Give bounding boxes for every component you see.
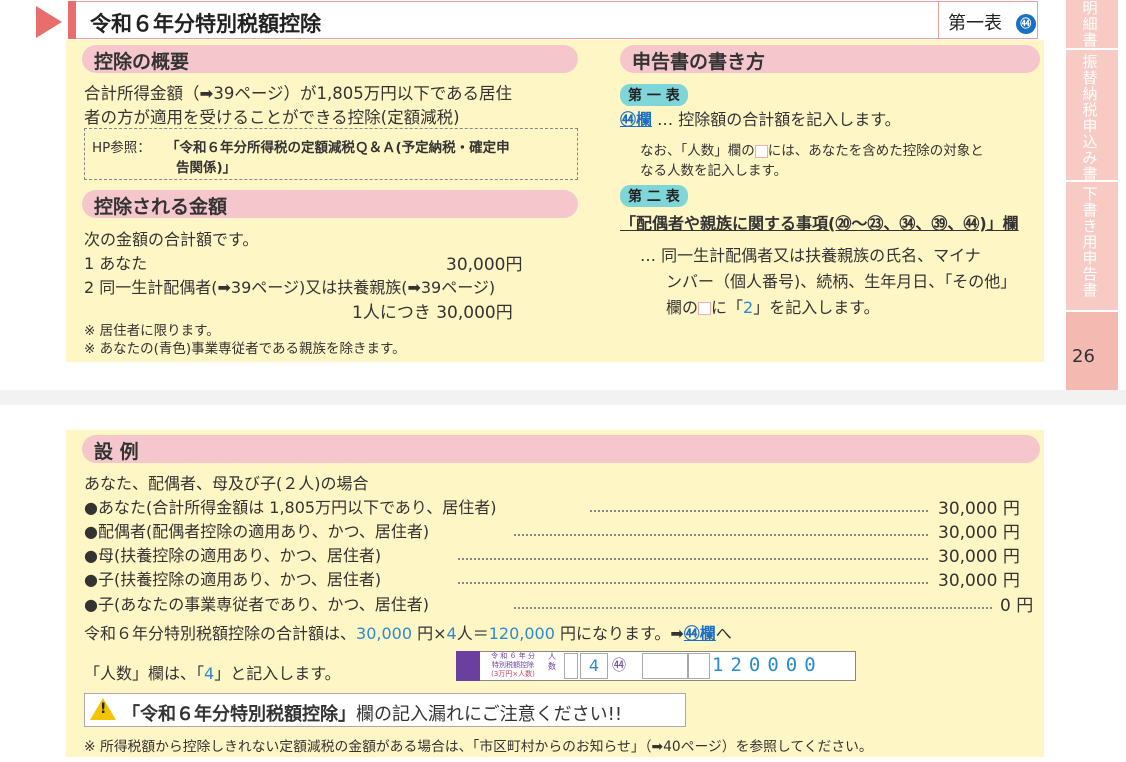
form-ref-label: 第一表 <box>948 13 1002 34</box>
heading-howto-label: 申告書の書き方 <box>632 51 766 73</box>
badge-table-2: 第 二 表 <box>620 185 688 207</box>
form-cell <box>564 653 578 679</box>
total-ref-link[interactable]: ㊹欄 <box>684 624 716 643</box>
total-amount-each: 30,000 <box>356 624 412 643</box>
example-row-value: 30,000 円 <box>938 523 1020 543</box>
ninzu-line: 「人数」欄は、「4」と記入します。 <box>84 660 341 684</box>
example-row-label: ●子(あなたの事業専従者であり、かつ、居住者) <box>84 595 430 614</box>
total-text-h: へ <box>715 624 732 643</box>
howto-line-1-text: … 控除額の合計額を記入します。 <box>657 110 901 129</box>
warning-icon-mark: ! <box>100 701 107 717</box>
howto-line-2a: なお、「人数」欄の <box>640 143 755 159</box>
form-cell <box>642 653 688 679</box>
howto-line-7c: 2 <box>743 298 754 317</box>
example-row-label: ●子(扶養控除の適用あり、かつ、居住者) <box>84 570 382 589</box>
heading-example: 設 例 <box>82 435 1040 463</box>
side-tab-meisaisho-label: 明細書 <box>1082 0 1098 49</box>
howto-line-2: なお、「人数」欄の には、あなたを含めた控除の対象と <box>640 139 984 159</box>
form-cell <box>688 653 710 679</box>
form-sample-label: 令 和 ６ 年 分 特別税額控除 (3万円×人数) <box>482 652 544 680</box>
amount-item-1-label: 1 あなた <box>84 254 148 273</box>
page-title: 令和６年分特別税額控除 <box>90 12 321 36</box>
ninzu-text-a: 「人数」欄は、「 <box>84 664 205 683</box>
title-arrow-icon <box>36 6 62 38</box>
total-amount: 120,000 <box>488 624 555 643</box>
howto-line-7: 欄の に「2」を記入します。 <box>666 294 880 318</box>
example-row-label: ●母(扶養控除の適用あり、かつ、居住者) <box>84 546 382 565</box>
howto-line-7d: 」を記入します。 <box>753 298 880 317</box>
leader-dots <box>514 534 928 536</box>
note-2: ※ あなたの(青色)事業専従者である親族を除きます。 <box>84 341 406 357</box>
howto-line-7b: に「 <box>711 298 744 317</box>
note-1: ※ 居住者に限ります。 <box>84 323 220 339</box>
form-number-44: ㊹ <box>612 658 626 674</box>
howto-line-3: なる人数を記入します。 <box>640 163 788 179</box>
form-ninzu-label: 人数 <box>548 652 556 671</box>
form-amount: 120000 <box>712 654 823 676</box>
example-row-label: ●あなた(合計所得金額は 1,805万円以下であり、居住者) <box>84 498 497 517</box>
leader-dots <box>458 558 928 560</box>
howto-line-6: ンバー（個人番号)、続柄、生年月日、「その他」 <box>666 272 1017 291</box>
howto-line-2b: には、あなたを含めた控除の対象と <box>767 143 984 159</box>
title-separator <box>938 1 939 39</box>
form-label-line-3: (3万円×人数) <box>491 670 535 678</box>
warning-text-rest: 欄の記入漏れにご注意ください!! <box>356 704 623 725</box>
amount-intro: 次の金額の合計額です。 <box>84 230 259 249</box>
hp-title-line-2[interactable]: 告関係)」 <box>176 156 236 176</box>
form-label-line-2: 特別税額控除 <box>492 661 534 669</box>
leader-dots <box>514 607 992 609</box>
example-row-value: 30,000 円 <box>938 499 1020 519</box>
total-text-f: 円になります。➡ <box>554 624 684 643</box>
example-row-value: 0 円 <box>1000 596 1034 616</box>
heading-example-label: 設 例 <box>94 441 139 463</box>
ninzu-value: 4 <box>204 664 215 683</box>
warning-text-bold: 「令和６年分特別税額控除」 <box>122 704 356 725</box>
heading-amount: 控除される金額 <box>82 190 578 218</box>
heading-amount-label: 控除される金額 <box>94 196 228 218</box>
title-form-ref: 第一表 ㊹ <box>948 9 1036 35</box>
form-ref-number: ㊹ <box>1015 14 1036 34</box>
title-stripe <box>68 1 76 39</box>
heading-overview-label: 控除の概要 <box>94 51 190 73</box>
ninzu-text-c: 」と記入します。 <box>214 664 341 683</box>
heading-overview: 控除の概要 <box>82 45 578 73</box>
total-count: 4 <box>446 624 457 643</box>
hp-prefix: HP参照： <box>92 140 151 156</box>
overview-line-1: 合計所得金額（➡39ページ）が1,805万円以下である居住 <box>84 84 513 103</box>
total-text-b: 円× <box>412 624 447 643</box>
side-tab-shitagaki-label: 下書き用申告書 <box>1082 185 1098 299</box>
leader-dots <box>590 510 928 512</box>
warning-text: 「令和６年分特別税額控除」欄の記入漏れにご注意ください!! <box>122 700 622 726</box>
howto-line-4: 「配偶者や親族に関する事項(⑳～㉓、㉞、㊴、㊹)」欄 <box>620 214 1019 233</box>
form-label-line-1: 令 和 ６ 年 分 <box>491 652 535 660</box>
amount-item-1-value: 30,000円 <box>446 255 523 275</box>
total-prefix: 令和６年分特別税額控除の合計額は、 <box>84 624 357 643</box>
example-row-value: 30,000 円 <box>938 571 1020 591</box>
side-tab-furikae-label: 振替納税申込み書 <box>1082 53 1098 183</box>
example-row-label: ●配偶者(配偶者控除の適用あり、かつ、居住者) <box>84 522 430 541</box>
total-text-d: 人＝ <box>456 624 489 643</box>
heading-howto: 申告書の書き方 <box>620 45 1040 73</box>
form-ninzu-cell: 4 <box>580 653 608 679</box>
howto-line-5: … 同一生計配偶者又は扶養親族の氏名、マイナ <box>640 246 981 265</box>
input-box-icon <box>698 302 712 315</box>
input-box-icon <box>754 144 768 158</box>
overview-line-2: 者の方が適用を受けることができる控除(定額減税) <box>84 108 460 127</box>
hp-title-line-1[interactable]: 「令和６年分所得税の定額減税Ｑ＆Ａ(予定納税・確定申 <box>166 136 510 156</box>
howto-line-7a: 欄の <box>666 298 699 317</box>
footnote: ※ 所得税額から控除しきれない定額減税の金額がある場合は、「市区町村からのお知ら… <box>84 739 873 755</box>
form-sample-marker <box>456 651 480 681</box>
badge-table-1: 第 一 表 <box>620 84 688 106</box>
example-intro: あなた、配偶者、母及び子(２人)の場合 <box>84 474 369 493</box>
example-row-value: 30,000 円 <box>938 547 1020 567</box>
total-line: 令和６年分特別税額控除の合計額は、30,000 円×4人＝120,000 円にな… <box>84 620 732 644</box>
amount-item-2-label: 2 同一生計配偶者(➡39ページ)又は扶養親族(➡39ページ) <box>84 278 496 297</box>
amount-item-2-value: 1人につき 30,000円 <box>352 303 513 323</box>
howto-line-1: ㊹欄 … 控除額の合計額を記入します。 <box>620 106 901 130</box>
howto-line-1-ref[interactable]: ㊹欄 <box>620 110 652 129</box>
leader-dots <box>458 582 928 584</box>
page-number: 26 <box>1072 346 1095 367</box>
